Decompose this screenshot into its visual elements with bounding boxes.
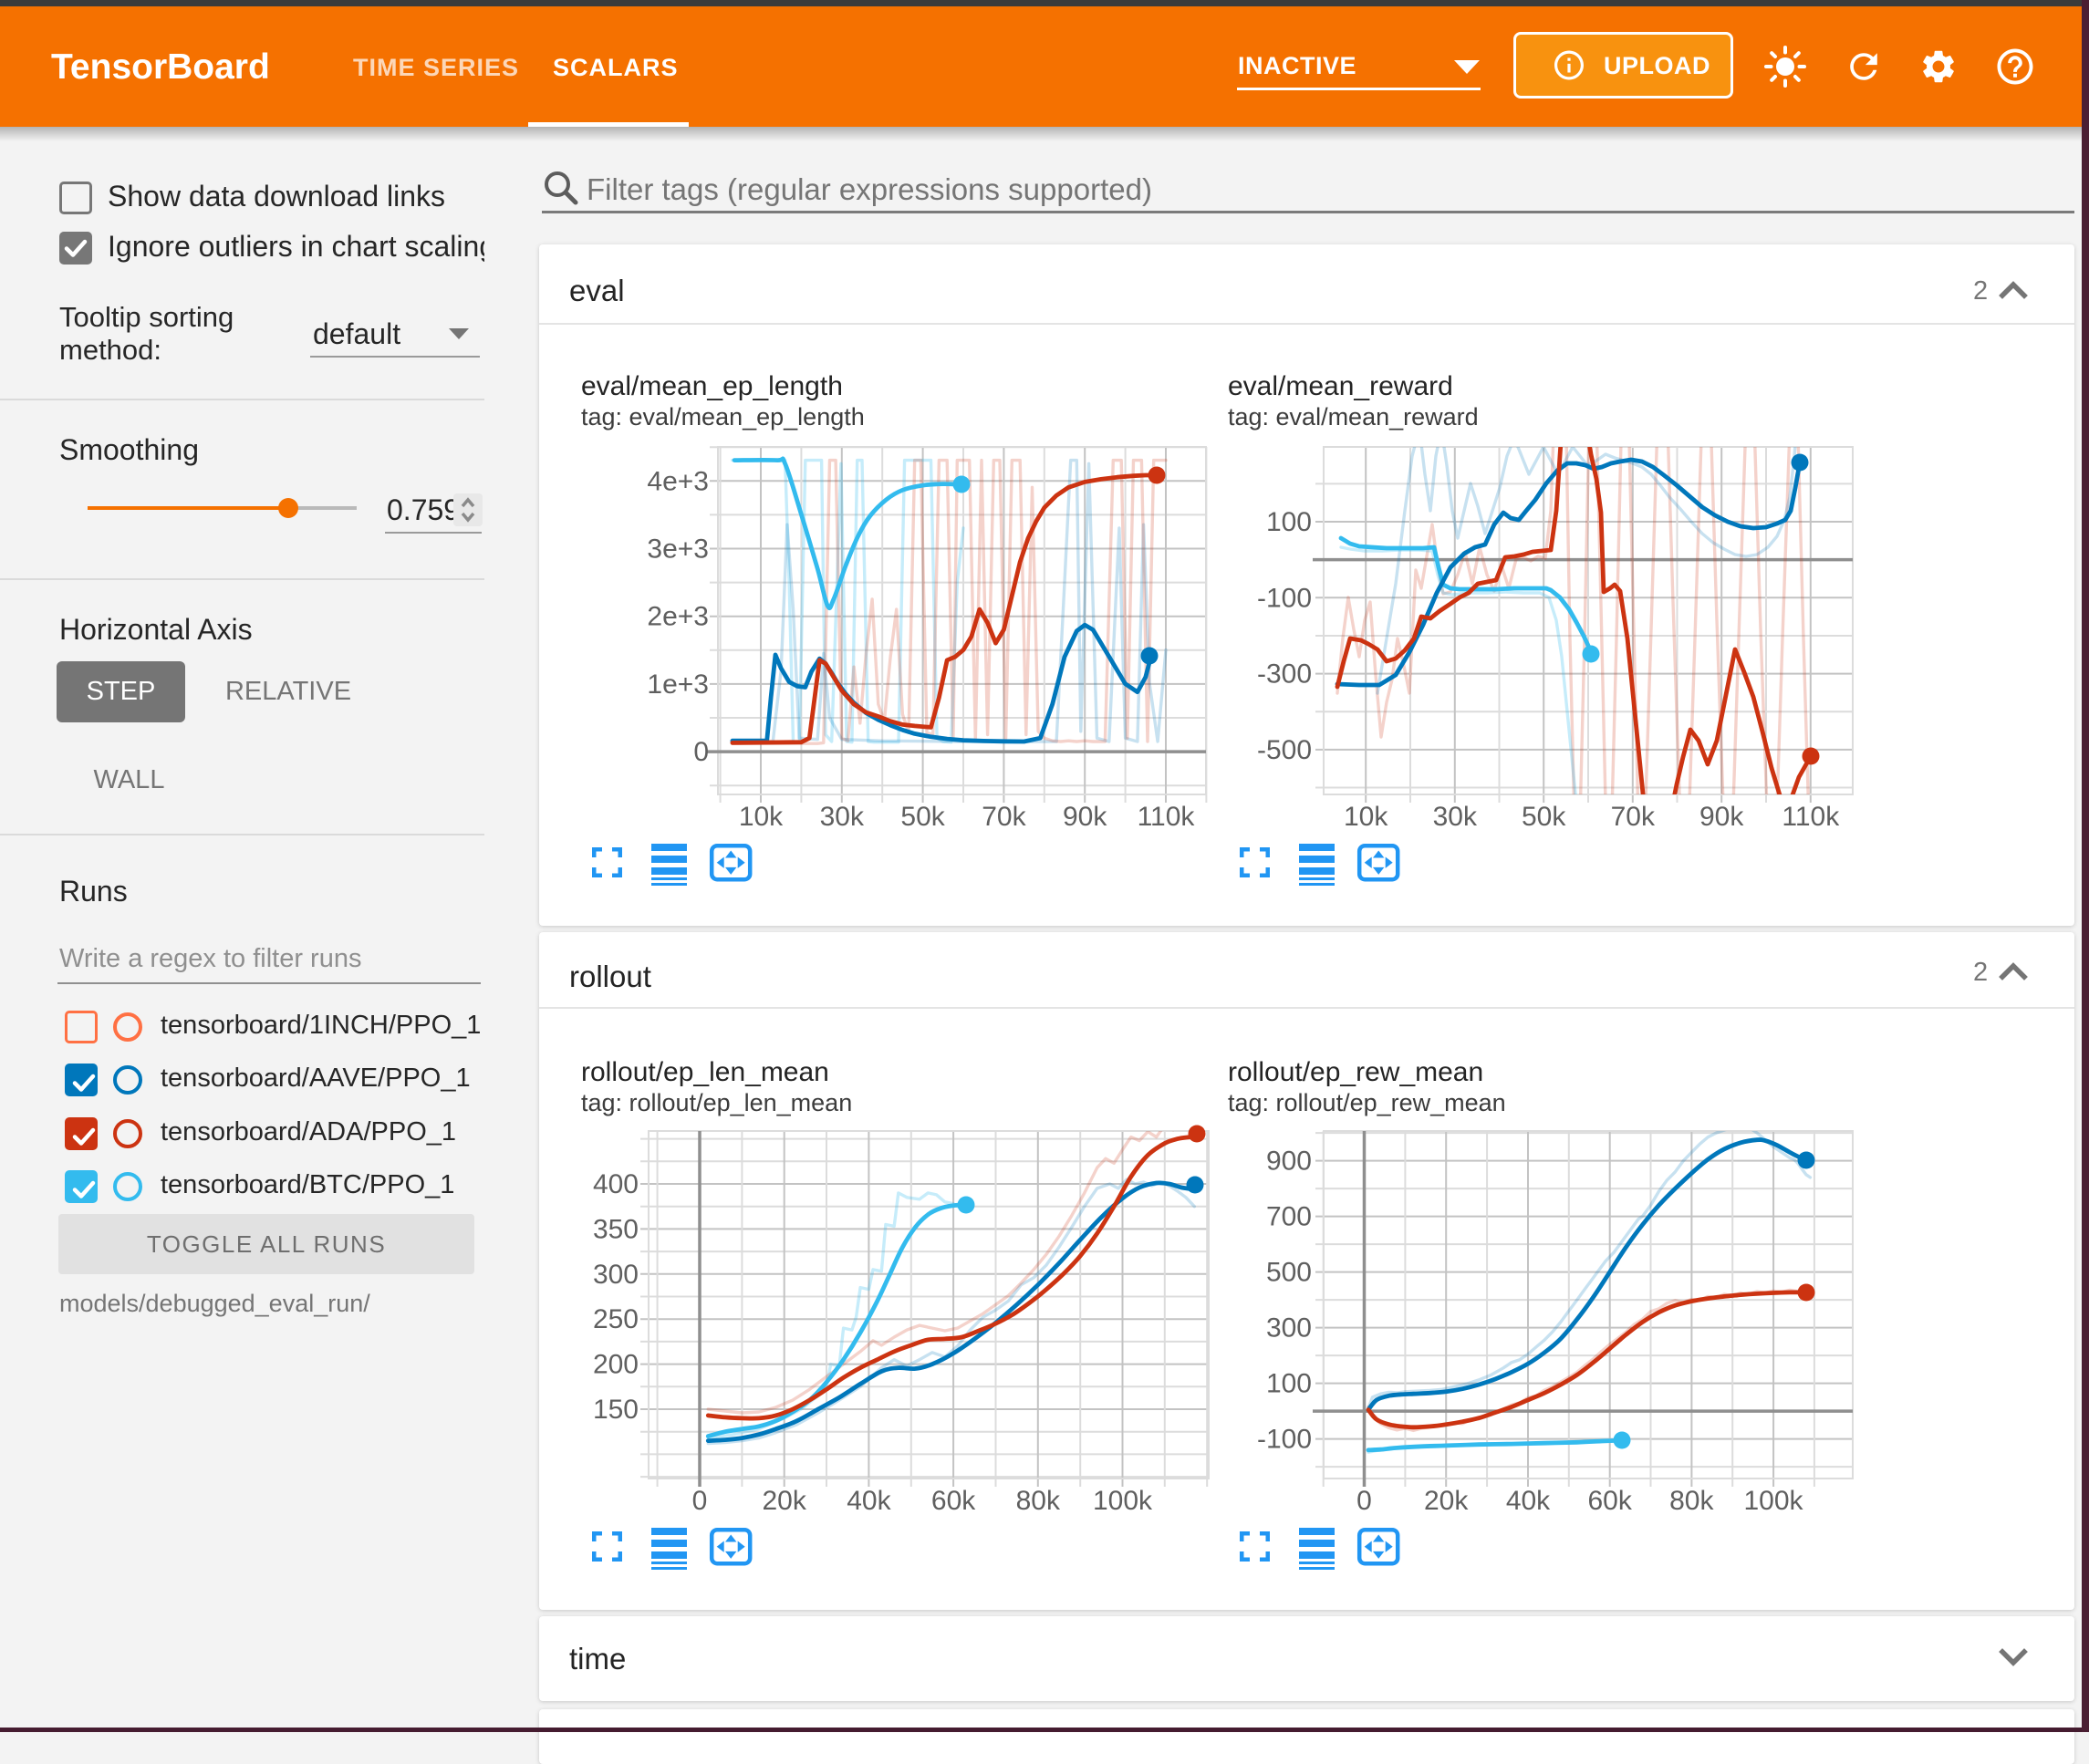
svg-text:40k: 40k [847, 1486, 891, 1516]
svg-text:1e+3: 1e+3 [647, 669, 709, 700]
svg-text:80k: 80k [1016, 1486, 1061, 1516]
svg-text:100k: 100k [1743, 1486, 1803, 1516]
svg-text:0: 0 [693, 737, 709, 767]
svg-text:300: 300 [593, 1260, 639, 1290]
svg-text:500: 500 [1266, 1258, 1312, 1288]
svg-text:4e+3: 4e+3 [647, 466, 709, 496]
svg-text:-300: -300 [1257, 659, 1312, 690]
svg-text:50k: 50k [1522, 802, 1566, 832]
svg-text:0: 0 [1356, 1486, 1372, 1516]
svg-text:70k: 70k [1611, 802, 1656, 832]
svg-text:0: 0 [692, 1486, 708, 1516]
svg-text:300: 300 [1266, 1313, 1312, 1344]
svg-text:350: 350 [593, 1214, 639, 1244]
svg-text:tag: rollout/ep_len_mean: tag: rollout/ep_len_mean [581, 1089, 852, 1116]
svg-text:50k: 50k [900, 802, 945, 832]
svg-text:200: 200 [593, 1350, 639, 1380]
svg-text:700: 700 [1266, 1202, 1312, 1232]
svg-text:60k: 60k [1588, 1486, 1633, 1516]
svg-text:tag: eval/mean_reward: tag: eval/mean_reward [1228, 403, 1479, 431]
svg-text:eval/mean_ep_length: eval/mean_ep_length [581, 371, 843, 401]
svg-text:90k: 90k [1063, 802, 1107, 832]
svg-text:tag: rollout/ep_rew_mean: tag: rollout/ep_rew_mean [1228, 1089, 1506, 1116]
svg-text:150: 150 [593, 1395, 639, 1425]
svg-text:-500: -500 [1257, 735, 1312, 765]
svg-text:20k: 20k [763, 1486, 807, 1516]
svg-text:250: 250 [593, 1304, 639, 1334]
svg-text:10k: 10k [739, 802, 784, 832]
svg-text:eval/mean_reward: eval/mean_reward [1228, 371, 1453, 401]
svg-text:110k: 110k [1782, 802, 1840, 832]
svg-text:10k: 10k [1344, 802, 1388, 832]
svg-text:70k: 70k [982, 802, 1026, 832]
svg-text:2e+3: 2e+3 [647, 602, 709, 632]
svg-text:UPLOAD: UPLOAD [1604, 52, 1710, 79]
svg-text:30k: 30k [820, 802, 865, 832]
svg-text:-100: -100 [1257, 583, 1312, 613]
svg-text:tag: eval/mean_ep_length: tag: eval/mean_ep_length [581, 403, 865, 431]
svg-text:100k: 100k [1093, 1486, 1153, 1516]
svg-text:20k: 20k [1424, 1486, 1469, 1516]
svg-text:60k: 60k [931, 1486, 976, 1516]
svg-text:900: 900 [1266, 1147, 1312, 1177]
svg-text:100: 100 [1266, 507, 1312, 537]
svg-text:400: 400 [593, 1169, 639, 1199]
svg-text:rollout/ep_len_mean: rollout/ep_len_mean [581, 1057, 829, 1087]
svg-text:90k: 90k [1699, 802, 1744, 832]
svg-text:30k: 30k [1433, 802, 1478, 832]
svg-text:-100: -100 [1257, 1425, 1312, 1455]
svg-text:40k: 40k [1506, 1486, 1551, 1516]
svg-text:3e+3: 3e+3 [647, 534, 709, 565]
svg-text:110k: 110k [1138, 802, 1196, 832]
svg-text:rollout/ep_rew_mean: rollout/ep_rew_mean [1228, 1057, 1483, 1087]
svg-text:80k: 80k [1669, 1486, 1714, 1516]
svg-text:100: 100 [1266, 1369, 1312, 1399]
